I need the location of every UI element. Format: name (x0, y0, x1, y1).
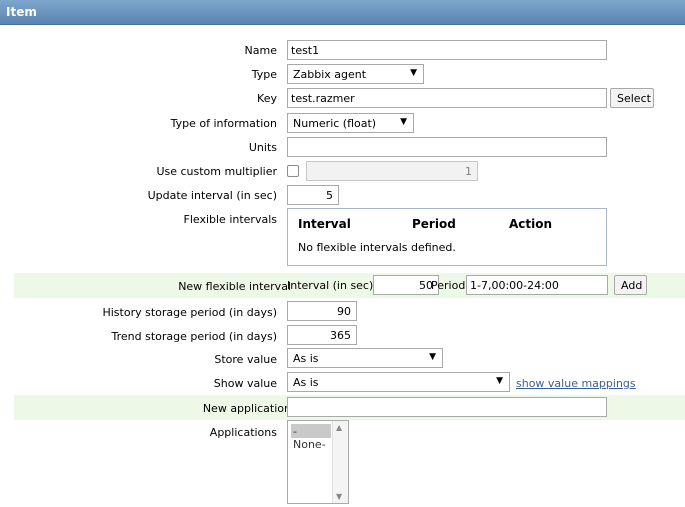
key-label: Key (257, 92, 277, 105)
update-interval-row: Update interval (in sec) 5 (0, 185, 685, 205)
name-input[interactable]: test1 (287, 40, 607, 60)
column-header-interval: Interval (298, 217, 351, 231)
flexible-intervals-table: Interval Period Action No flexible inter… (287, 208, 607, 266)
custom-multiplier-input[interactable]: 1 (306, 161, 478, 181)
show-value-mappings-link[interactable]: show value mappings (516, 377, 636, 390)
key-input[interactable]: test.razmer (287, 88, 607, 108)
new-flexible-interval-row: New flexible interval Interval (in sec) … (14, 273, 685, 298)
custom-multiplier-label: Use custom multiplier (156, 165, 277, 178)
store-value-row: Store value As is ▼ (0, 348, 685, 368)
column-header-period: Period (412, 217, 456, 231)
type-of-information-label: Type of information (170, 117, 277, 130)
dropdown-arrow-icon: ▼ (429, 352, 436, 362)
dropdown-arrow-icon: ▼ (496, 376, 503, 386)
period-label: Period (431, 279, 466, 292)
show-value-row: Show value As is ▼ show value mappings (0, 372, 685, 392)
show-value-select[interactable]: As is ▼ (287, 372, 510, 392)
trends-value: 365 (330, 329, 351, 342)
show-value-value: As is (293, 376, 319, 389)
form-title: Item (6, 5, 37, 19)
new-interval-input[interactable]: 50 (373, 275, 439, 295)
flexible-intervals-empty-text: No flexible intervals defined. (298, 241, 456, 254)
update-interval-input[interactable]: 5 (287, 185, 339, 205)
column-header-action: Action (509, 217, 553, 231)
type-of-information-value: Numeric (float) (293, 117, 377, 130)
interval-sec-label: Interval (in sec) (287, 279, 374, 292)
units-input[interactable] (287, 137, 607, 157)
show-value-label: Show value (213, 377, 277, 390)
type-row: Type Zabbix agent ▼ (0, 64, 685, 84)
history-value: 90 (337, 305, 351, 318)
new-period-value: 1-7,00:00-24:00 (470, 279, 559, 292)
applications-scrollbar[interactable]: ▲ ▼ (332, 421, 348, 503)
type-label: Type (251, 68, 277, 81)
custom-multiplier-value: 1 (465, 165, 472, 178)
store-value-select[interactable]: As is ▼ (287, 348, 443, 368)
new-period-input[interactable]: 1-7,00:00-24:00 (466, 275, 608, 295)
store-value-value: As is (293, 352, 319, 365)
applications-label: Applications (209, 426, 277, 439)
new-application-input[interactable] (287, 397, 607, 417)
history-label: History storage period (in days) (102, 306, 277, 319)
scroll-down-icon[interactable]: ▼ (336, 492, 342, 501)
new-application-label: New application (202, 402, 291, 415)
dropdown-arrow-icon: ▼ (410, 68, 417, 78)
add-interval-button[interactable]: Add (614, 275, 647, 295)
new-flexible-interval-label: New flexible interval (178, 280, 291, 293)
applications-listbox[interactable]: -None- ▲ ▼ (287, 420, 349, 504)
flexible-intervals-label: Flexible intervals (183, 213, 278, 226)
name-row: Name test1 (0, 40, 685, 60)
history-row: History storage period (in days) 90 (0, 301, 685, 321)
form-header: Item (0, 0, 685, 25)
key-row: Key test.razmer Select (0, 88, 685, 108)
type-of-information-row: Type of information Numeric (float) ▼ (0, 113, 685, 133)
update-interval-value: 5 (326, 189, 333, 202)
history-input[interactable]: 90 (287, 301, 357, 321)
trends-input[interactable]: 365 (287, 325, 357, 345)
type-value: Zabbix agent (293, 68, 367, 81)
key-value: test.razmer (291, 92, 355, 105)
name-label: Name (244, 44, 277, 57)
type-select[interactable]: Zabbix agent ▼ (287, 64, 424, 84)
custom-multiplier-row: Use custom multiplier 1 (0, 161, 685, 181)
update-interval-label: Update interval (in sec) (147, 189, 277, 202)
key-select-button[interactable]: Select (610, 88, 654, 108)
dropdown-arrow-icon: ▼ (400, 117, 407, 127)
scroll-up-icon[interactable]: ▲ (336, 423, 342, 432)
trends-row: Trend storage period (in days) 365 (0, 325, 685, 345)
store-value-label: Store value (214, 353, 277, 366)
name-value: test1 (291, 44, 320, 57)
units-label: Units (248, 141, 277, 154)
custom-multiplier-checkbox[interactable] (287, 165, 299, 177)
type-of-information-select[interactable]: Numeric (float) ▼ (287, 113, 414, 133)
units-row: Units (0, 137, 685, 157)
trends-label: Trend storage period (in days) (111, 330, 278, 343)
new-application-row: New application (14, 395, 685, 420)
applications-option[interactable]: -None- (291, 424, 331, 451)
